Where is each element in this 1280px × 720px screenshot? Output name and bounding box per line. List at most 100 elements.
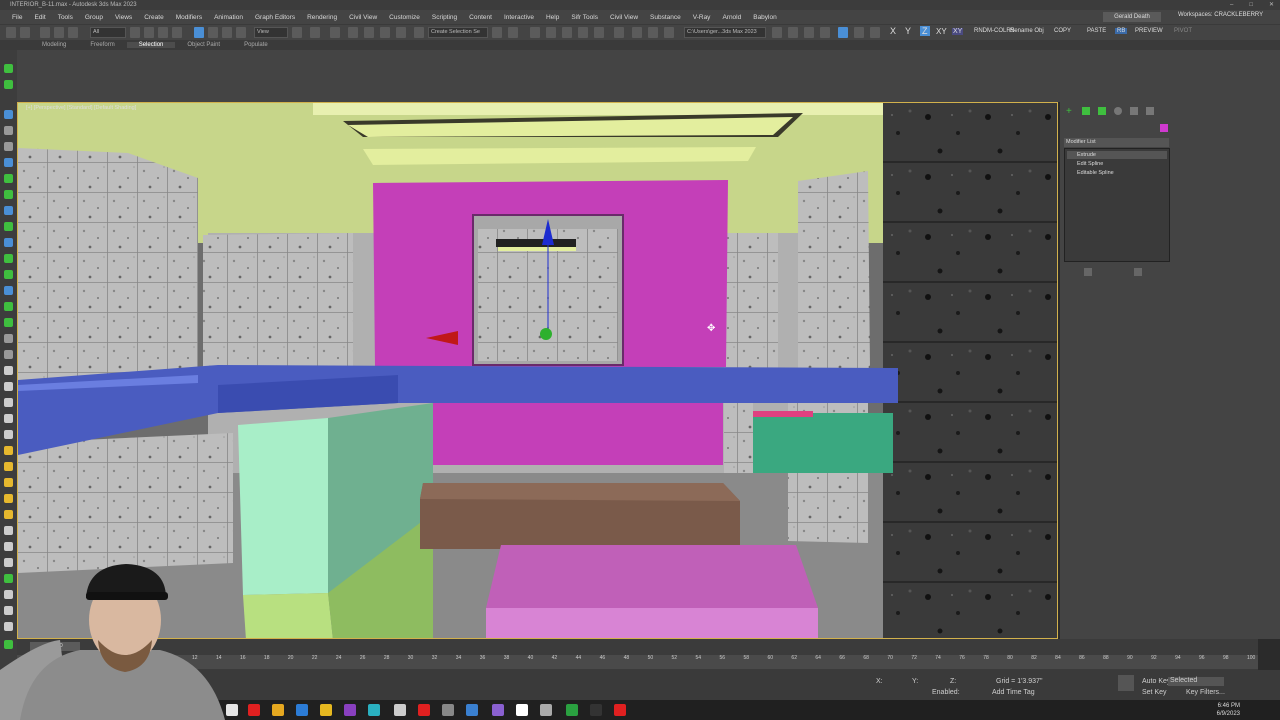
select-scale-icon[interactable] bbox=[222, 27, 232, 38]
select-rotate-icon[interactable] bbox=[208, 27, 218, 38]
selection-filter-dropdown[interactable]: All bbox=[90, 27, 126, 38]
line-icon[interactable] bbox=[4, 238, 13, 247]
bind-space-warp-icon[interactable] bbox=[68, 27, 78, 38]
pin-stack-icon[interactable] bbox=[1084, 268, 1092, 276]
rb-button[interactable]: RB bbox=[1115, 28, 1128, 34]
select-tool-icon[interactable] bbox=[4, 110, 13, 119]
remove-modifier-icon[interactable] bbox=[1134, 268, 1142, 276]
menu-scripting[interactable]: Scripting bbox=[426, 14, 463, 21]
app-icon-17[interactable] bbox=[614, 704, 626, 716]
render-setup-icon[interactable] bbox=[632, 27, 642, 38]
undo-icon[interactable] bbox=[6, 27, 16, 38]
ribbon-tab-populate[interactable]: Populate bbox=[232, 42, 280, 48]
link-icon[interactable] bbox=[40, 27, 50, 38]
app-icon-16[interactable] bbox=[590, 704, 602, 716]
rect-selection-icon[interactable] bbox=[158, 27, 168, 38]
workspaces-selector[interactable]: Workspaces: CRACKLEBERRY bbox=[1178, 12, 1263, 18]
acrobat-icon[interactable] bbox=[418, 704, 430, 716]
sphere-tool-icon[interactable] bbox=[4, 190, 13, 199]
selection-set-dropdown[interactable]: Selected bbox=[1168, 677, 1224, 686]
sphere-icon[interactable] bbox=[854, 27, 864, 38]
select-by-name-icon[interactable] bbox=[144, 27, 154, 38]
helper-icon[interactable] bbox=[4, 366, 13, 375]
app-icon-14[interactable] bbox=[540, 704, 552, 716]
menu-rendering[interactable]: Rendering bbox=[301, 14, 343, 21]
mirror-icon[interactable] bbox=[492, 27, 502, 38]
motion-tab-icon[interactable] bbox=[1114, 107, 1122, 115]
motion-icon[interactable] bbox=[4, 430, 13, 439]
space-warp-icon[interactable] bbox=[4, 382, 13, 391]
object-color-swatch[interactable] bbox=[1160, 124, 1168, 132]
named-selection-set-field[interactable]: Create Selection Se bbox=[428, 27, 488, 38]
rename-obj-button[interactable]: Rename Obj bbox=[1010, 28, 1044, 34]
render-frame-icon[interactable] bbox=[648, 27, 658, 38]
key-mode-icon[interactable] bbox=[1118, 675, 1134, 691]
system-clock[interactable]: 6:46 PM 6/9/2023 bbox=[1217, 702, 1240, 718]
percent-snap-icon[interactable] bbox=[380, 27, 390, 38]
create-tab-icon[interactable]: + bbox=[1066, 106, 1072, 117]
save-icon[interactable] bbox=[788, 27, 798, 38]
modifier-list-dropdown[interactable]: Modifier List bbox=[1064, 138, 1169, 147]
rectangle-icon[interactable] bbox=[4, 254, 13, 263]
edit-named-sets-icon[interactable] bbox=[414, 27, 424, 38]
stack-item-extrude[interactable]: Extrude bbox=[1067, 151, 1167, 159]
import-icon[interactable] bbox=[804, 27, 814, 38]
modify-tab-icon[interactable] bbox=[1082, 107, 1090, 115]
create-icon[interactable] bbox=[4, 64, 13, 73]
camera-icon[interactable] bbox=[4, 350, 13, 359]
open-folder-icon[interactable] bbox=[772, 27, 782, 38]
unlink-icon[interactable] bbox=[54, 27, 64, 38]
menu-views[interactable]: Views bbox=[109, 14, 138, 21]
user-account-button[interactable]: Gerald Death bbox=[1103, 12, 1161, 22]
ribbon-tab-selection[interactable]: Selection bbox=[126, 42, 176, 48]
select-place-icon[interactable] bbox=[236, 27, 246, 38]
hierarchy-tab-icon[interactable] bbox=[1098, 107, 1106, 115]
ref-coord-dropdown[interactable]: View bbox=[254, 27, 288, 38]
menu-civil-view-2[interactable]: Civil View bbox=[604, 14, 644, 21]
app-icon-11[interactable] bbox=[466, 704, 478, 716]
render-production-icon[interactable] bbox=[664, 27, 674, 38]
menu-substance[interactable]: Substance bbox=[644, 14, 687, 21]
ribbon-tab-freeform[interactable]: Freeform bbox=[78, 42, 126, 48]
text-shape-icon[interactable] bbox=[4, 286, 13, 295]
angle-snap-icon[interactable] bbox=[364, 27, 374, 38]
scale-tool-icon[interactable] bbox=[4, 158, 13, 167]
move-tool-icon[interactable] bbox=[4, 126, 13, 135]
target-icon[interactable] bbox=[870, 27, 880, 38]
pink-box-top[interactable] bbox=[486, 545, 818, 608]
random-colors-button[interactable]: RNDM-COLRS bbox=[974, 28, 1015, 34]
folder-icon[interactable] bbox=[272, 704, 284, 716]
select-move-icon[interactable] bbox=[194, 27, 204, 38]
viewport-label[interactable]: [+] [Perspective] [Standard] [Default Sh… bbox=[26, 105, 136, 111]
display-tab-icon[interactable] bbox=[1130, 107, 1138, 115]
paste-button[interactable]: PASTE bbox=[1087, 28, 1106, 34]
toggle-ribbon-icon[interactable] bbox=[546, 27, 556, 38]
app-icon-15[interactable] bbox=[566, 704, 578, 716]
box-icon[interactable] bbox=[4, 174, 13, 183]
pivot-button[interactable]: PIVOT bbox=[1174, 28, 1192, 34]
menu-animation[interactable]: Animation bbox=[208, 14, 249, 21]
app-icon-12[interactable] bbox=[492, 704, 504, 716]
menu-graph-editors[interactable]: Graph Editors bbox=[249, 14, 301, 21]
menu-content[interactable]: Content bbox=[463, 14, 498, 21]
layer-explorer-icon[interactable] bbox=[530, 27, 540, 38]
menu-create[interactable]: Create bbox=[138, 14, 170, 21]
menu-interactive[interactable]: Interactive bbox=[498, 14, 540, 21]
menu-babylon[interactable]: Babylon bbox=[747, 14, 783, 21]
curve-editor-icon[interactable] bbox=[578, 27, 588, 38]
angle-icon[interactable] bbox=[4, 494, 13, 503]
circle-icon[interactable] bbox=[4, 270, 13, 279]
axis-xy-button[interactable]: XY bbox=[936, 27, 947, 36]
plane-icon[interactable] bbox=[4, 222, 13, 231]
cylinder-icon[interactable] bbox=[4, 206, 13, 215]
project-path-field[interactable]: C:\Users\ger...3ds Max 2023 bbox=[684, 27, 766, 38]
pivot-center-icon[interactable] bbox=[292, 27, 302, 38]
menu-sifr-tools[interactable]: Sifr Tools bbox=[565, 14, 604, 21]
minimize-icon[interactable]: – bbox=[1230, 0, 1233, 10]
snaps-toggle-icon[interactable] bbox=[348, 27, 358, 38]
3dsmax-icon[interactable] bbox=[368, 704, 380, 716]
helix-icon[interactable] bbox=[4, 302, 13, 311]
mint-box-front[interactable] bbox=[238, 418, 328, 595]
menu-civil-view[interactable]: Civil View bbox=[343, 14, 383, 21]
menu-group[interactable]: Group bbox=[79, 14, 109, 21]
